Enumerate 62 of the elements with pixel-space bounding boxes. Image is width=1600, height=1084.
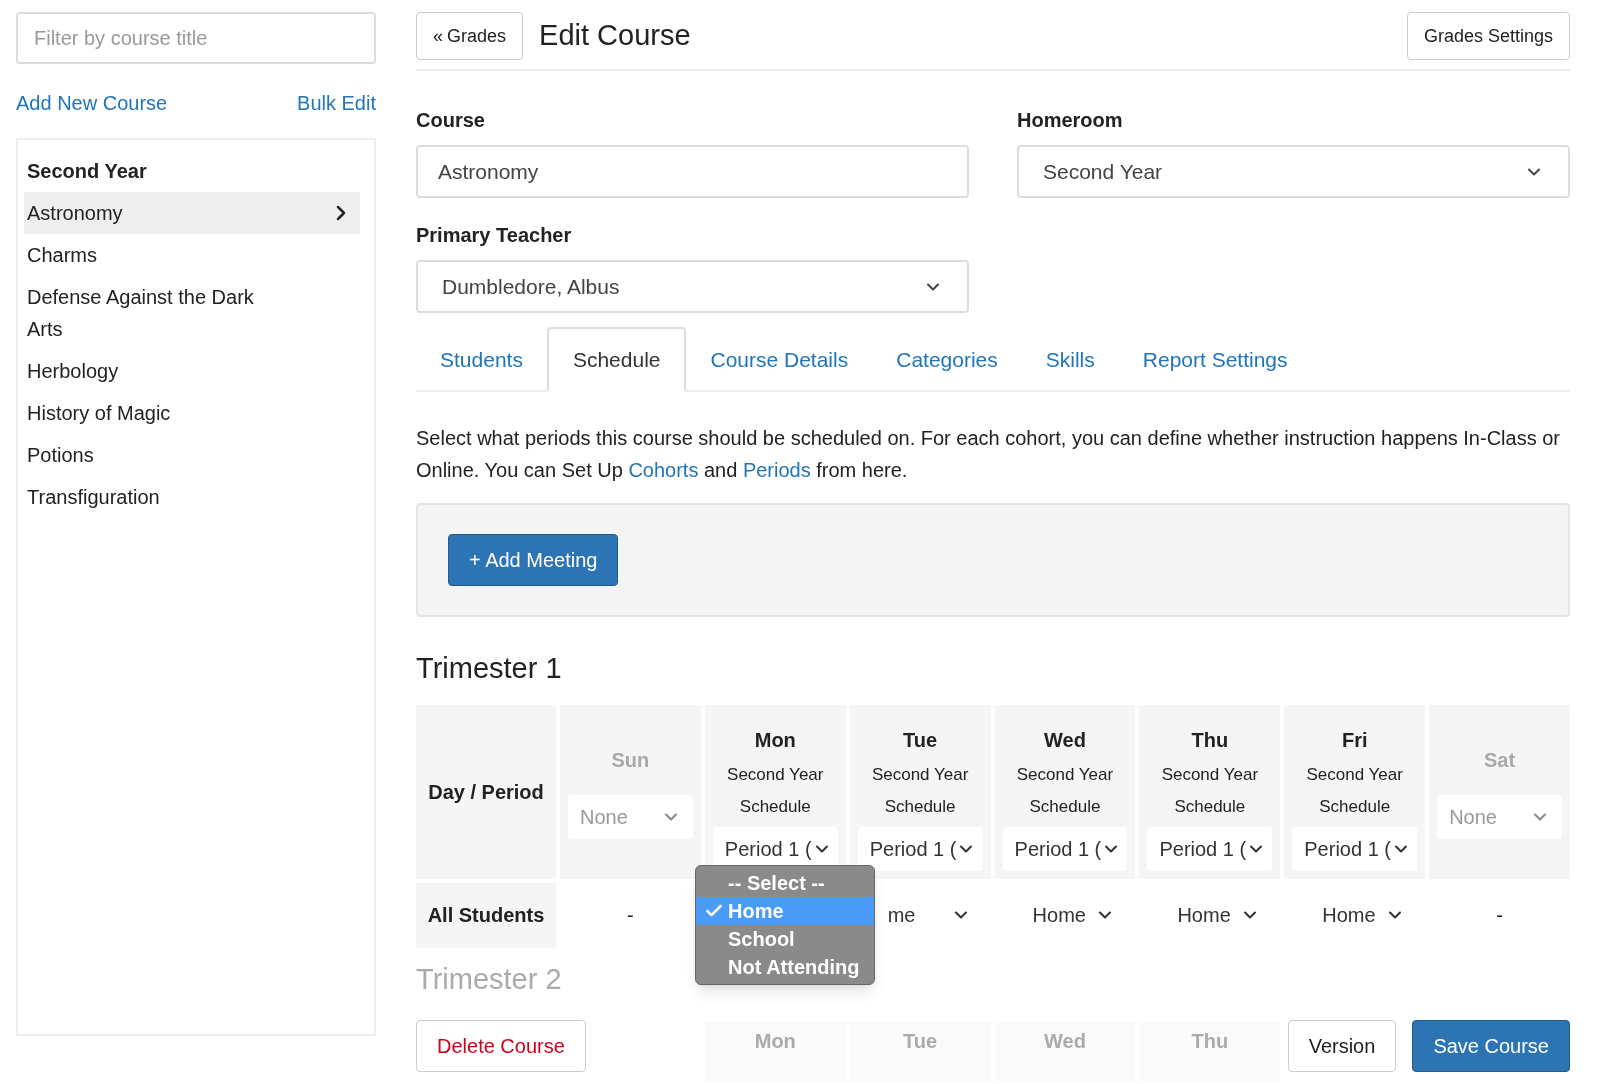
inline-link[interactable]: Periods <box>742 459 811 481</box>
tab[interactable]: Skills <box>1021 327 1119 392</box>
period-select[interactable]: Period 1 ( <box>857 826 983 871</box>
teacher-select[interactable]: Dumbledore, Albus <box>416 260 969 313</box>
empty-dash: - <box>627 903 634 928</box>
period-select[interactable]: Period 1 ( <box>1292 826 1418 871</box>
add-meeting-button[interactable]: + Add Meeting <box>448 534 619 586</box>
header-cell: Day / Period <box>416 704 556 879</box>
row-header-cell: All Students <box>416 882 556 948</box>
period-select[interactable]: Period 1 ( <box>1147 826 1273 871</box>
day-label: Fri <box>1341 727 1368 753</box>
section-title: Trimester 2 <box>416 961 562 996</box>
cohort-select[interactable]: Home <box>1292 893 1418 937</box>
cohort-select[interactable]: Home <box>1002 893 1128 937</box>
course-item[interactable]: Herbology <box>24 350 360 392</box>
schedule-name: Second Year Schedule <box>870 763 970 818</box>
inline-link[interactable]: Cohorts <box>628 459 699 481</box>
course-item[interactable]: Charms <box>24 234 360 276</box>
save-course-button[interactable]: Save Course <box>1412 1020 1570 1072</box>
course-field[interactable]: Astronomy <box>416 145 969 198</box>
day-header-cell: Mon <box>704 1021 846 1082</box>
add-course-link[interactable]: Add New Course <box>16 88 168 118</box>
tab[interactable]: Course Details <box>686 327 873 392</box>
day-label: Mon <box>754 727 796 753</box>
schedule-name: Second Year Schedule <box>1160 763 1260 818</box>
schedule-name: Second Year Schedule <box>1015 763 1115 818</box>
grades-settings-button[interactable]: Grades Settings <box>1406 12 1570 60</box>
course-item[interactable]: Potions <box>24 434 360 476</box>
day-label: Tue <box>903 727 938 753</box>
course-item[interactable]: Transfiguration <box>24 476 360 518</box>
schedule-description: Select what periods this course should be scheduled on. For each cohort, you can define whether instruction happens In-Class or Online. You can Set Up Cohorts and Periods from here. <box>416 426 1561 483</box>
tab[interactable]: Students <box>416 327 547 392</box>
day-label: Sun <box>611 747 650 773</box>
course-item[interactable]: Defense Against the Dark Arts <box>24 276 360 350</box>
section-title: Trimester 1 <box>416 651 563 686</box>
bulk-edit-link[interactable]: Bulk Edit <box>297 88 376 118</box>
tab[interactable]: Categories <box>872 327 1022 392</box>
homeroom-select[interactable]: Second Year <box>1017 145 1570 198</box>
group-heading: Second Year <box>26 159 148 184</box>
page-title: Edit Course <box>539 18 691 54</box>
cohort-select[interactable]: Home <box>1147 893 1273 937</box>
schedule-name: Second Year Schedule <box>1305 763 1404 818</box>
day-label: Thu <box>1191 727 1229 753</box>
tab[interactable]: Report Settings <box>1118 327 1312 392</box>
back-button[interactable]: « Grades <box>416 12 524 60</box>
day-header-cell: Tue <box>849 1021 991 1082</box>
day-header-cell: Thu <box>1139 1021 1281 1082</box>
day-header-cell: Wed <box>994 1021 1136 1082</box>
tab[interactable]: Schedule <box>546 327 687 392</box>
course-item[interactable]: Astronomy <box>24 192 360 234</box>
empty-dash: - <box>1496 903 1503 928</box>
filter-field[interactable]: Filter by course title <box>16 12 376 64</box>
version-button[interactable]: Version <box>1287 1020 1397 1072</box>
field-label: Course <box>416 108 486 133</box>
day-label: Wed <box>1044 727 1086 753</box>
field-label: Primary Teacher <box>416 223 573 248</box>
course-item[interactable]: History of Magic <box>24 392 360 434</box>
period-select[interactable]: Period 1 ( <box>1002 826 1128 871</box>
delete-course-button[interactable]: Delete Course <box>416 1020 586 1072</box>
schedule-name: Second Year Schedule <box>726 763 825 818</box>
field-label: Homeroom <box>1017 108 1124 133</box>
day-label: Sat <box>1484 747 1516 773</box>
